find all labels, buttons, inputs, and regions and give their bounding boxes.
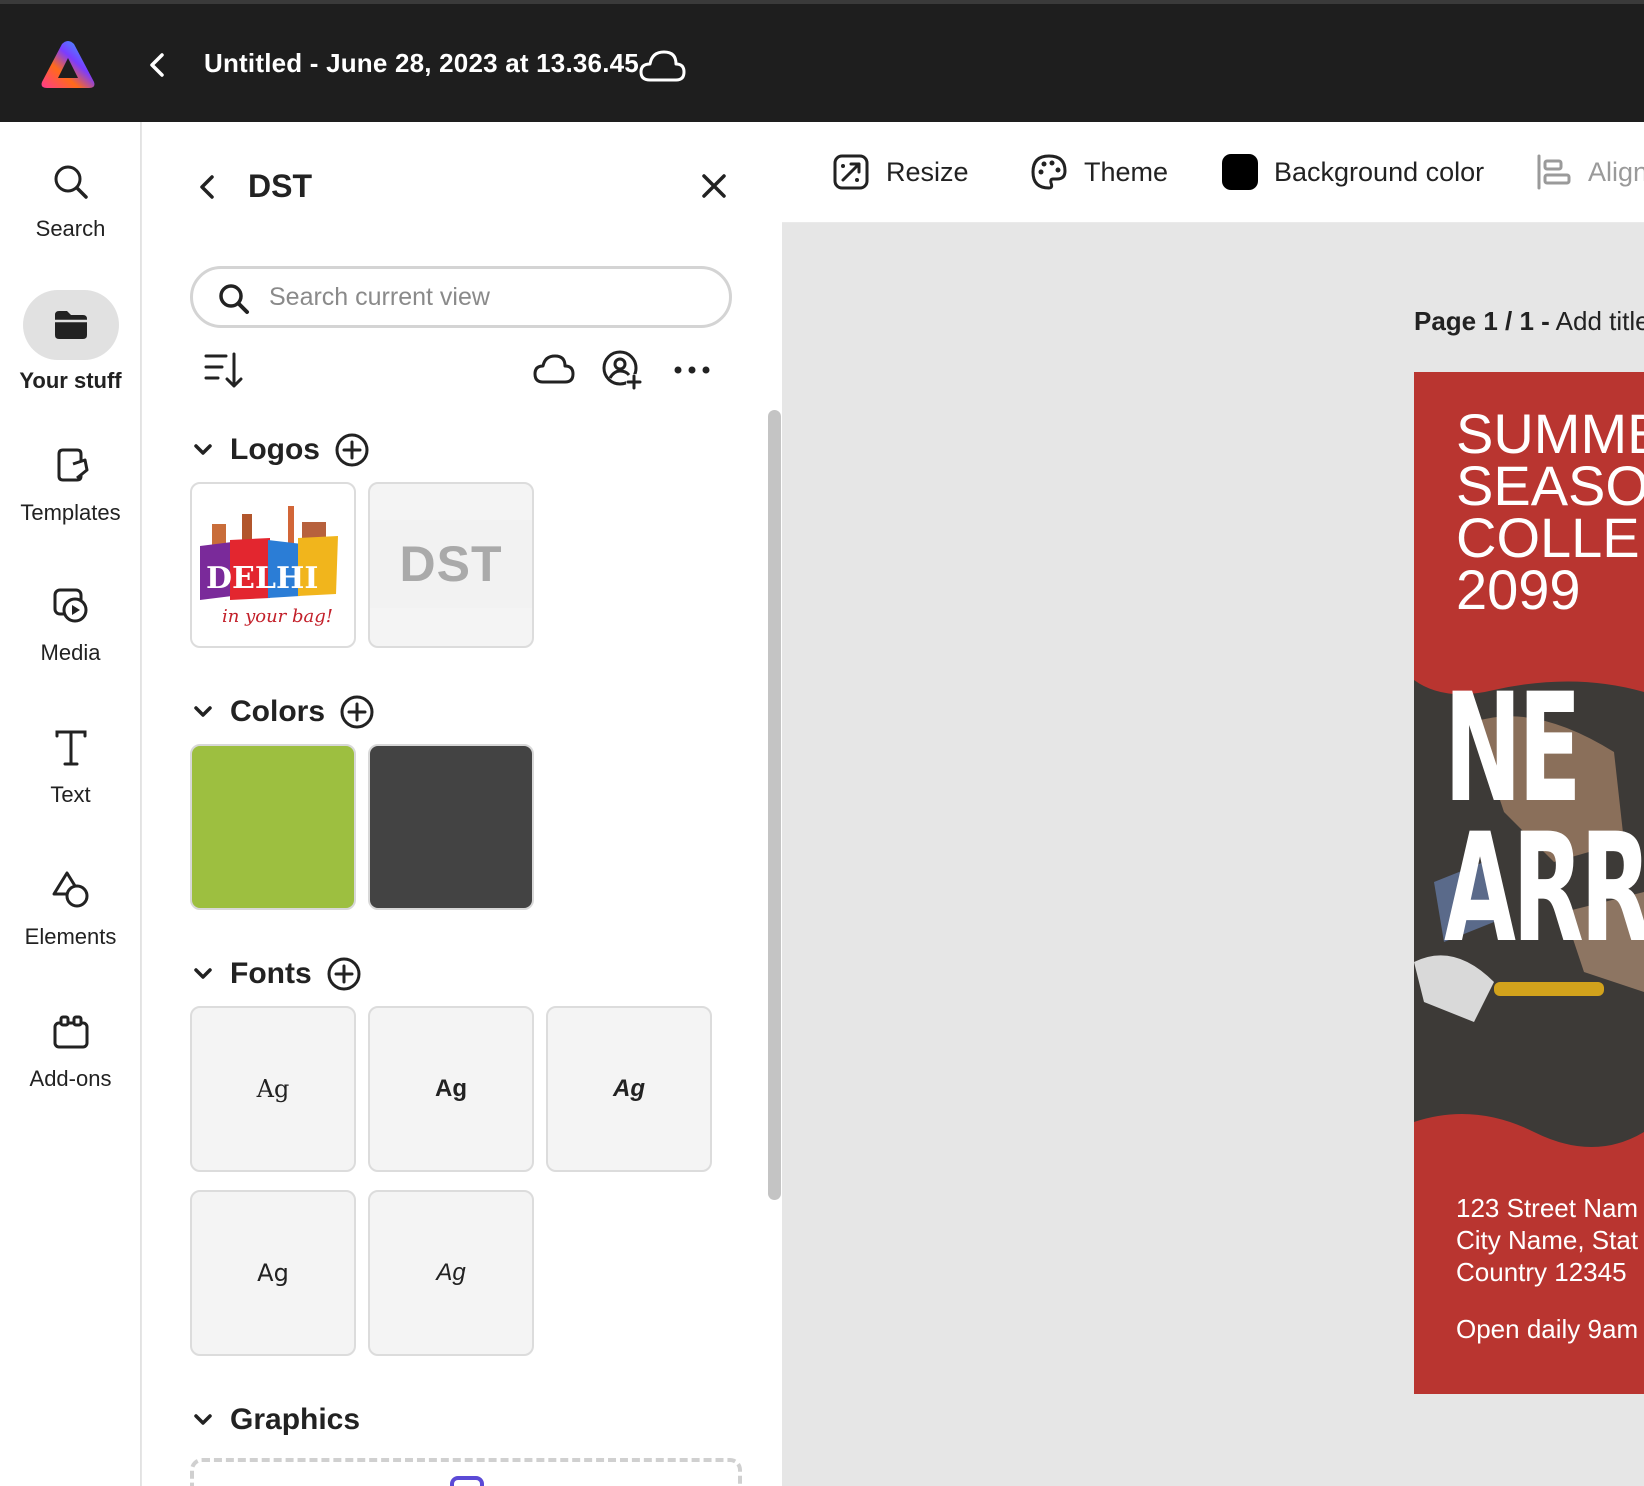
poster-big-text-line-2[interactable]: ARRI (1444, 802, 1644, 976)
logo-tile-dst[interactable]: DST (368, 482, 534, 648)
page-number: Page 1 / 1 - (1414, 306, 1550, 336)
back-icon[interactable] (144, 50, 170, 80)
page-label: Page 1 / 1 - Add title (1414, 306, 1644, 337)
font-sample: Ag (436, 1259, 466, 1286)
theme-button[interactable]: Theme (1030, 152, 1168, 192)
close-icon[interactable] (698, 170, 730, 202)
color-swatch-green[interactable] (190, 744, 356, 910)
rail-item-elements[interactable]: Elements (0, 870, 141, 950)
brand-panel: DST Logos (142, 122, 782, 1486)
poster-photo[interactable]: NE ARRI (1414, 662, 1644, 1162)
section-label: Graphics (230, 1403, 361, 1436)
svg-text:DELHI: DELHI (206, 561, 318, 596)
font-sample-tile[interactable]: Ag (368, 1190, 534, 1356)
upload-icon (450, 1476, 484, 1486)
chevron-down-icon (194, 444, 212, 455)
svg-text:in your bag!: in your bag! (222, 606, 333, 627)
resize-label: Resize (886, 156, 969, 187)
folder-icon (54, 311, 87, 339)
share-user-icon[interactable] (600, 348, 644, 392)
cloud-icon[interactable] (532, 348, 576, 392)
background-color-button[interactable]: Background color (1222, 152, 1484, 192)
rail-item-templates[interactable]: Templates (0, 446, 141, 526)
more-options-icon[interactable] (670, 348, 714, 392)
search-input[interactable] (269, 279, 689, 315)
page-title-input[interactable]: Add title (1556, 306, 1644, 336)
theme-label: Theme (1084, 156, 1169, 187)
font-sample-tile[interactable]: Ag (546, 1006, 712, 1172)
rail-item-add-ons[interactable]: Add-ons (0, 1012, 141, 1092)
font-sample: Ag (613, 1075, 645, 1102)
chevron-down-icon (194, 968, 212, 979)
graphics-section-header[interactable]: Graphics (190, 1400, 360, 1440)
poster-canvas[interactable]: SUMME SEASO COLLE 2099 NE ARRI 123 Stree… (1414, 372, 1644, 1394)
add-ons-icon (53, 1015, 88, 1049)
rail-label: Add-ons (29, 1066, 112, 1091)
chevron-down-icon (194, 706, 212, 717)
rail-label: Media (40, 640, 101, 665)
dst-logo-image: DST (370, 520, 532, 608)
search-current-view-field[interactable] (190, 266, 732, 328)
fonts-section-header[interactable]: Fonts (190, 954, 362, 994)
align-button[interactable]: Align (1534, 152, 1644, 192)
font-sample: Ag (435, 1075, 467, 1102)
align-label: Align (1588, 156, 1644, 187)
search-icon (219, 284, 249, 314)
search-icon (54, 165, 88, 199)
rail-label: Your stuff (19, 368, 122, 393)
chevron-down-icon (194, 1414, 212, 1425)
font-sample-tile[interactable]: Ag (190, 1190, 356, 1356)
section-label: Logos (230, 433, 320, 466)
color-swatch-dark-gray[interactable] (368, 744, 534, 910)
logos-section-header[interactable]: Logos (190, 430, 370, 470)
font-sample-tile[interactable]: Ag (190, 1006, 356, 1172)
background-color-swatch (1222, 154, 1258, 190)
media-icon (53, 588, 87, 623)
rail-label: Elements (24, 924, 117, 949)
rail-item-search[interactable]: Search (0, 162, 141, 242)
document-title[interactable]: Untitled - June 28, 2023 at 13.36.45 (204, 48, 639, 79)
cloud-sync-icon[interactable] (638, 46, 686, 86)
resize-button[interactable]: Resize (832, 152, 969, 192)
rail-label: Search (35, 216, 106, 241)
rail-label: Text (50, 782, 91, 807)
panel-scrollbar[interactable] (768, 410, 781, 1200)
add-logo-icon[interactable] (334, 432, 370, 468)
canvas-toolbar: Resize Theme Background color Align (782, 122, 1644, 222)
logo-tile-delhi[interactable]: DELHI in your bag! (190, 482, 356, 648)
rail-item-your-stuff[interactable]: Your stuff (0, 290, 141, 394)
add-color-icon[interactable] (339, 694, 375, 730)
poster-address[interactable]: 123 Street Nam City Name, Stat Country 1… (1456, 1192, 1638, 1288)
graphics-drop-zone[interactable] (190, 1458, 742, 1486)
font-sample: Ag (257, 1259, 289, 1287)
active-pill (22, 290, 119, 360)
section-label: Colors (230, 695, 326, 728)
templates-icon (57, 448, 88, 482)
sort-icon[interactable] (200, 348, 244, 392)
elements-icon (52, 871, 88, 908)
panel-back-icon[interactable] (196, 172, 218, 202)
resize-icon (833, 154, 869, 190)
left-rail: Search Your stuff Templates Media Text E… (0, 122, 141, 1486)
panel-title: DST (248, 168, 312, 204)
font-sample-tile[interactable]: Ag (368, 1006, 534, 1172)
text-icon (55, 730, 86, 766)
rail-item-media[interactable]: Media (0, 586, 141, 666)
add-font-icon[interactable] (326, 956, 362, 992)
app-header: Untitled - June 28, 2023 at 13.36.45 (0, 0, 1644, 122)
colors-section-header[interactable]: Colors (190, 692, 375, 732)
rail-label: Templates (20, 500, 121, 525)
poster-hours[interactable]: Open daily 9am (1456, 1314, 1638, 1345)
rail-item-text[interactable]: Text (0, 728, 141, 808)
poster-headline[interactable]: SUMME SEASO COLLE 2099 (1456, 406, 1644, 618)
adobe-express-logo-icon[interactable] (40, 40, 96, 90)
align-left-icon (1537, 154, 1571, 190)
delhi-logo-image: DELHI in your bag! (200, 506, 338, 627)
palette-icon (1031, 154, 1067, 190)
background-color-label: Background color (1274, 156, 1485, 187)
section-label: Fonts (230, 957, 312, 990)
font-sample: Ag (256, 1075, 290, 1103)
